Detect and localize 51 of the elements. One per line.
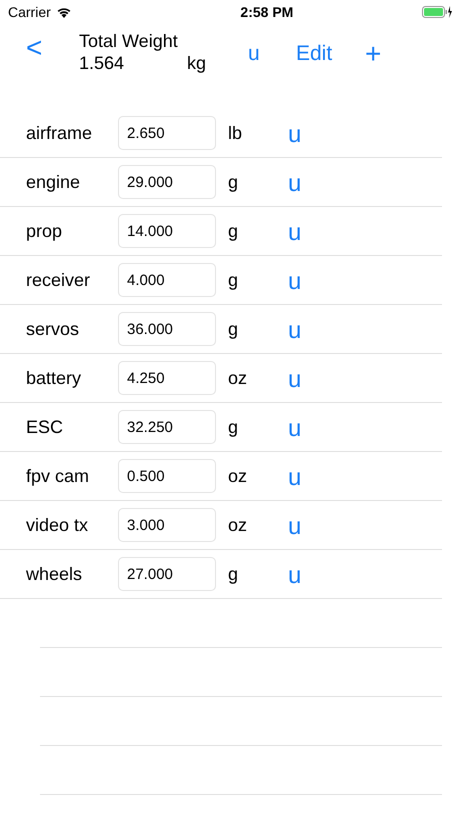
units-button[interactable]: u xyxy=(288,319,302,343)
weight-field[interactable]: 27.000 xyxy=(118,557,216,591)
units-button[interactable]: u xyxy=(288,123,302,147)
weight-field[interactable]: 4.000 xyxy=(118,263,216,297)
weight-field[interactable]: 3.000 xyxy=(118,508,216,542)
item-name: servos xyxy=(26,318,80,340)
weight-field[interactable]: 2.650 xyxy=(118,116,216,150)
back-button[interactable]: < xyxy=(26,34,42,62)
total-weight-value: 1.564 xyxy=(79,52,126,74)
units-button[interactable]: u xyxy=(288,564,302,588)
battery-charging-icon xyxy=(422,5,452,19)
status-time: 2:58 PM xyxy=(240,2,294,22)
item-name: fpv cam xyxy=(26,464,90,488)
item-name: video tx xyxy=(26,514,90,536)
units-button[interactable]: u xyxy=(288,221,302,245)
item-name: battery xyxy=(26,366,82,390)
unit-label: oz xyxy=(228,514,248,536)
item-name: ESC xyxy=(26,416,64,438)
units-button[interactable]: u xyxy=(288,172,302,196)
unit-label: oz xyxy=(228,464,248,488)
weight-field[interactable]: 4.250 xyxy=(118,361,216,395)
weight-field[interactable]: 14.000 xyxy=(118,214,216,248)
units-button[interactable]: u xyxy=(288,515,302,539)
unit-label: g xyxy=(228,562,240,586)
carrier-label: Carrier xyxy=(8,2,51,22)
unit-label: lb xyxy=(228,122,244,144)
unit-label: g xyxy=(228,268,240,292)
units-button[interactable]: u xyxy=(288,270,302,294)
item-name: prop xyxy=(26,220,64,243)
edit-button[interactable]: Edit xyxy=(296,43,332,64)
unit-label: g xyxy=(228,220,240,243)
units-button[interactable]: u xyxy=(288,466,302,490)
weight-field[interactable]: 0.500 xyxy=(118,459,216,493)
units-button[interactable]: u xyxy=(288,417,302,441)
units-button[interactable]: u xyxy=(248,43,260,64)
units-button[interactable]: u xyxy=(288,368,302,392)
weight-field[interactable]: 36.000 xyxy=(118,312,216,346)
item-name: airframe xyxy=(26,122,94,144)
item-name: receiver xyxy=(26,268,92,292)
item-name: engine xyxy=(26,170,82,194)
total-weight-unit: kg xyxy=(187,52,206,74)
wifi-icon xyxy=(56,6,72,18)
weight-field[interactable]: 29.000 xyxy=(118,165,216,199)
unit-label: g xyxy=(228,416,240,439)
total-weight-title: Total Weight xyxy=(79,30,179,52)
item-name: wheels xyxy=(26,562,84,586)
unit-label: g xyxy=(228,318,240,341)
unit-label: oz xyxy=(228,366,248,390)
unit-label: g xyxy=(228,170,240,194)
add-button[interactable]: + xyxy=(365,40,382,68)
weight-field[interactable]: 32.250 xyxy=(118,410,216,444)
